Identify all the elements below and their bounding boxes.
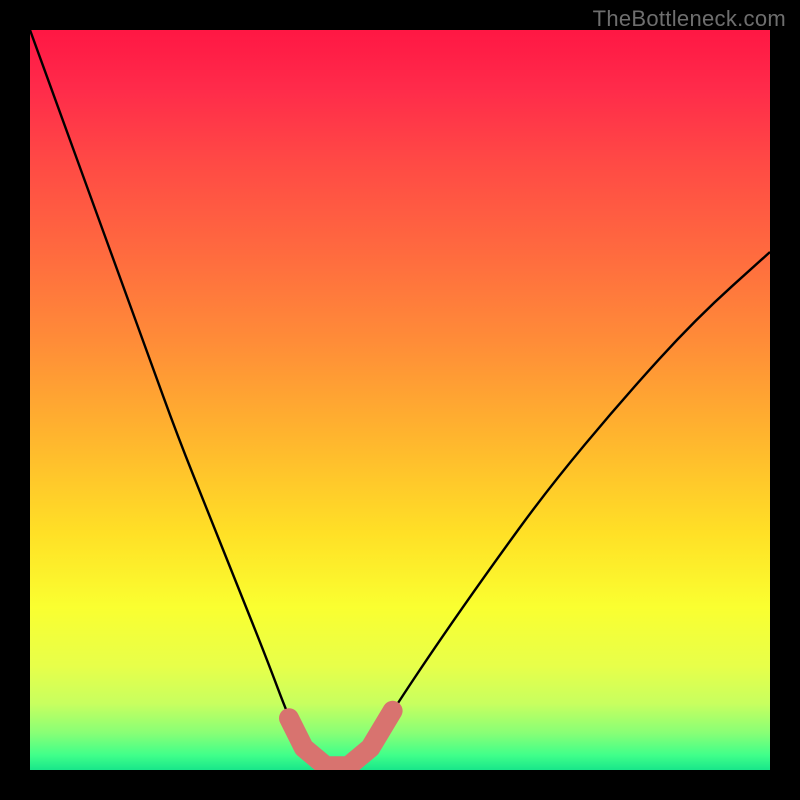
watermark-text: TheBottleneck.com — [593, 6, 786, 32]
gradient-background — [30, 30, 770, 770]
plot-svg — [30, 30, 770, 770]
plot-area — [30, 30, 770, 770]
chart-frame: TheBottleneck.com — [0, 0, 800, 800]
